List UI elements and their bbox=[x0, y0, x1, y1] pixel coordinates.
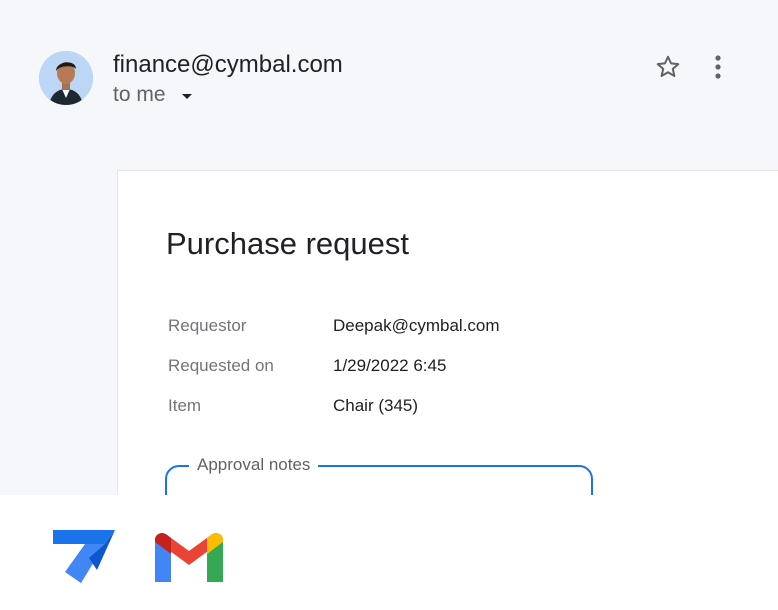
chevron-down-icon bbox=[181, 94, 192, 99]
gmail-logo bbox=[155, 530, 223, 582]
card-title: Purchase request bbox=[166, 226, 409, 261]
recipient-label: to me bbox=[113, 83, 166, 106]
field-label: Item bbox=[168, 396, 202, 415]
more-options-button[interactable] bbox=[708, 53, 728, 81]
appsheet-logo bbox=[51, 528, 117, 584]
appsheet-logo-icon bbox=[53, 530, 115, 583]
approval-notes-field[interactable]: Approval notes bbox=[165, 455, 593, 495]
field-value: Deepak@cymbal.com bbox=[333, 316, 500, 335]
approval-notes-label: Approval notes bbox=[189, 455, 319, 475]
field-label: Requestor bbox=[168, 316, 247, 335]
star-outline-icon bbox=[656, 55, 680, 77]
sender-address: finance@cymbal.com bbox=[113, 51, 343, 78]
purchase-request-card: Purchase request Requestor Deepak@cymbal… bbox=[117, 170, 778, 495]
email-view: finance@cymbal.com to me Purchase reques… bbox=[0, 0, 778, 495]
field-value: Chair (345) bbox=[333, 396, 419, 415]
sender-avatar[interactable] bbox=[39, 51, 93, 105]
more-vert-icon bbox=[715, 55, 721, 79]
field-value: 1/29/2022 6:45 bbox=[333, 356, 447, 375]
recipient-toggle[interactable]: to me bbox=[113, 82, 192, 108]
star-button[interactable] bbox=[654, 53, 682, 81]
person-avatar-icon bbox=[39, 51, 93, 105]
field-label: Requested on bbox=[168, 356, 274, 375]
gmail-logo-icon bbox=[155, 533, 223, 582]
